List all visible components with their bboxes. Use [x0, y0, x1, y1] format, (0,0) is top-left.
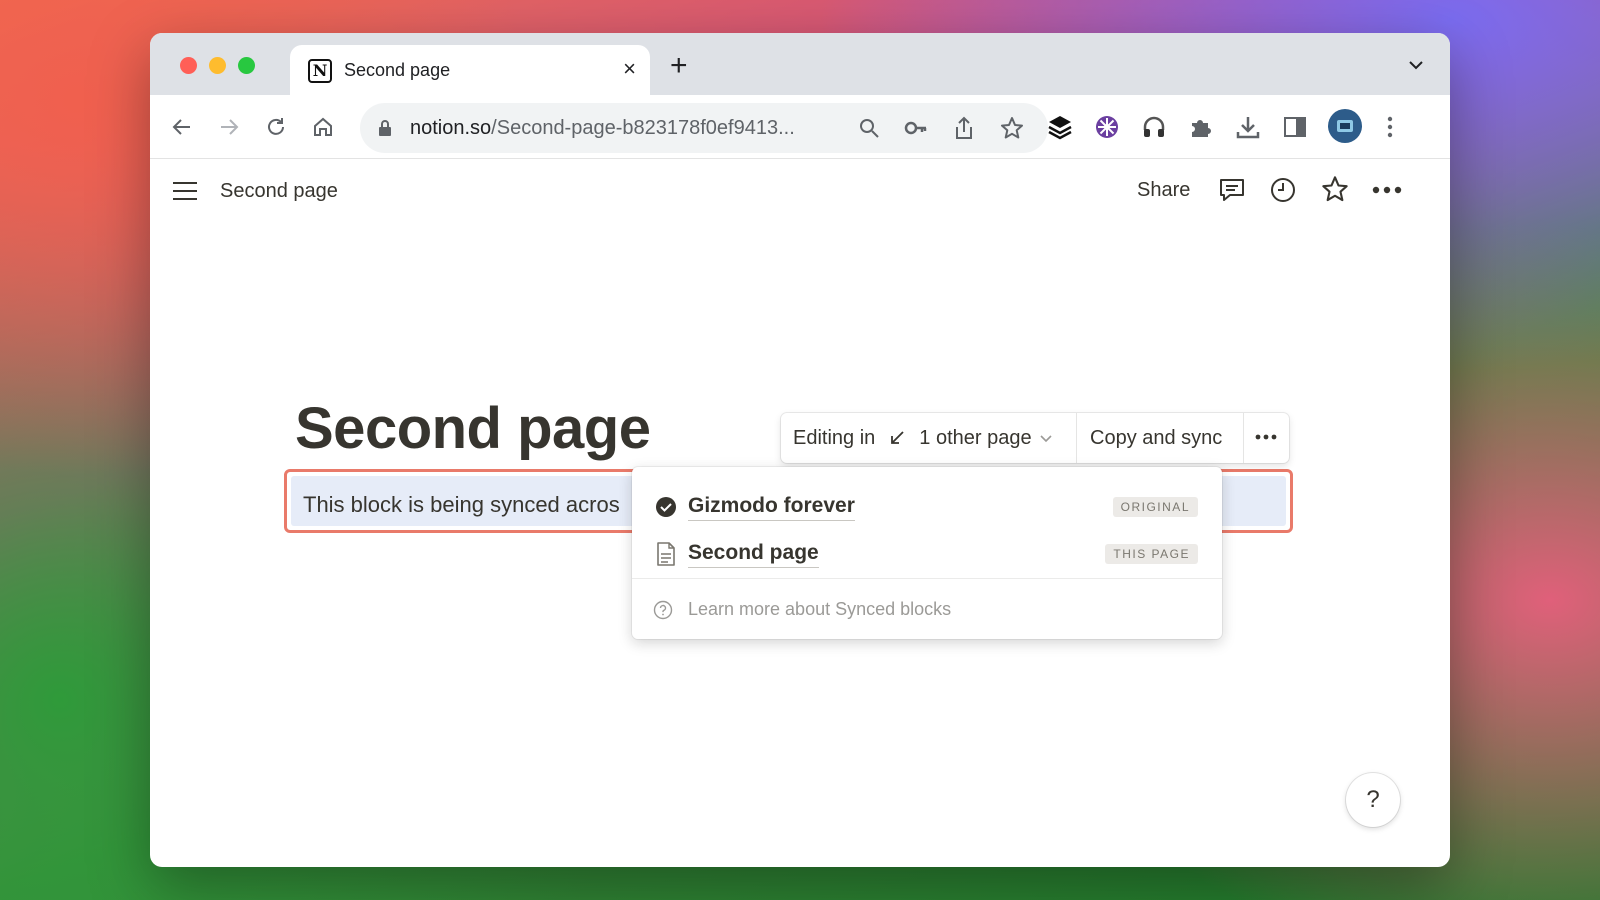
share-button[interactable]: Share: [1137, 179, 1190, 202]
tab-search-chevron-icon[interactable]: [1406, 55, 1426, 75]
minimize-window-button[interactable]: [209, 57, 226, 74]
tab-title: Second page: [344, 60, 451, 80]
side-panel-icon[interactable]: [1281, 113, 1309, 141]
toolbar-divider: [1076, 413, 1077, 463]
address-bar[interactable]: notion.so/Second-page-b823178f0ef9413...: [360, 103, 1048, 153]
profile-avatar[interactable]: [1328, 109, 1362, 143]
favorite-star-icon[interactable]: [1321, 175, 1349, 203]
synced-page-label: Gizmodo forever: [688, 494, 855, 521]
browser-toolbar: notion.so/Second-page-b823178f0ef9413...: [150, 95, 1450, 159]
reload-icon[interactable]: [262, 113, 290, 141]
key-icon[interactable]: [904, 117, 928, 139]
avatar-icon: [1337, 120, 1353, 132]
browser-window: N Second page × + notion.so/Second-page-…: [150, 33, 1450, 867]
synced-pages-menu: Gizmodo forever ORIGINAL Second page THI…: [632, 467, 1222, 639]
tab-close-button[interactable]: ×: [623, 57, 636, 81]
bookmark-star-icon[interactable]: [1000, 116, 1024, 140]
new-tab-button[interactable]: +: [670, 51, 688, 81]
notion-topbar: Second page Share: [150, 160, 1450, 220]
chevron-down-icon: [1040, 435, 1052, 443]
extensions-puzzle-icon[interactable]: [1187, 113, 1215, 141]
lock-icon[interactable]: [378, 119, 392, 137]
comments-icon[interactable]: [1218, 177, 1246, 203]
menu-divider: [632, 578, 1222, 579]
sidebar-menu-icon[interactable]: [172, 181, 198, 201]
synced-page-item[interactable]: Second page THIS PAGE: [632, 531, 1222, 577]
notion-logo-icon: N: [308, 59, 332, 83]
synced-page-label: Second page: [688, 541, 819, 568]
browser-menu-icon[interactable]: [1376, 113, 1404, 141]
help-button[interactable]: ?: [1346, 773, 1400, 827]
more-options-icon[interactable]: [1372, 186, 1402, 194]
layers-extension-icon[interactable]: [1046, 113, 1074, 141]
flower-extension-icon[interactable]: [1093, 113, 1121, 141]
editing-in-label: Editing in: [793, 426, 876, 449]
synced-block-text[interactable]: This block is being synced acros: [303, 492, 620, 518]
toolbar-divider: [1243, 413, 1244, 463]
search-icon[interactable]: [858, 117, 880, 139]
forward-icon[interactable]: [215, 113, 243, 141]
original-badge: ORIGINAL: [1112, 497, 1198, 517]
copy-and-sync-button[interactable]: Copy and sync: [1090, 413, 1222, 463]
headphones-extension-icon[interactable]: [1140, 113, 1168, 141]
close-window-button[interactable]: [180, 57, 197, 74]
this-page-badge: THIS PAGE: [1105, 544, 1198, 564]
check-circle-icon: [656, 497, 676, 517]
learn-more-link[interactable]: Learn more about Synced blocks: [688, 599, 951, 620]
back-icon[interactable]: [168, 113, 196, 141]
block-options-icon[interactable]: [1255, 434, 1277, 440]
download-icon[interactable]: [1234, 113, 1262, 141]
page-title[interactable]: Second page: [295, 395, 651, 462]
url-text: notion.so/Second-page-b823178f0ef9413...: [410, 117, 795, 139]
help-circle-icon: [653, 600, 673, 620]
history-clock-icon[interactable]: [1270, 177, 1296, 203]
page-icon: [657, 542, 675, 566]
synced-page-item[interactable]: Gizmodo forever ORIGINAL: [632, 484, 1222, 530]
tab-bar: N Second page × +: [150, 33, 1450, 97]
home-icon[interactable]: [309, 113, 337, 141]
browser-tab[interactable]: N Second page ×: [290, 45, 650, 97]
zoom-window-button[interactable]: [238, 57, 255, 74]
synced-block-toolbar: Editing in 1 other page Copy and sync: [781, 413, 1289, 463]
editing-in-dropdown[interactable]: Editing in 1 other page: [793, 413, 1052, 463]
other-pages-label: 1 other page: [919, 426, 1032, 449]
breadcrumb-page-name[interactable]: Second page: [220, 180, 338, 203]
arrow-down-left-icon: [891, 431, 904, 444]
share-page-icon[interactable]: [953, 115, 975, 141]
